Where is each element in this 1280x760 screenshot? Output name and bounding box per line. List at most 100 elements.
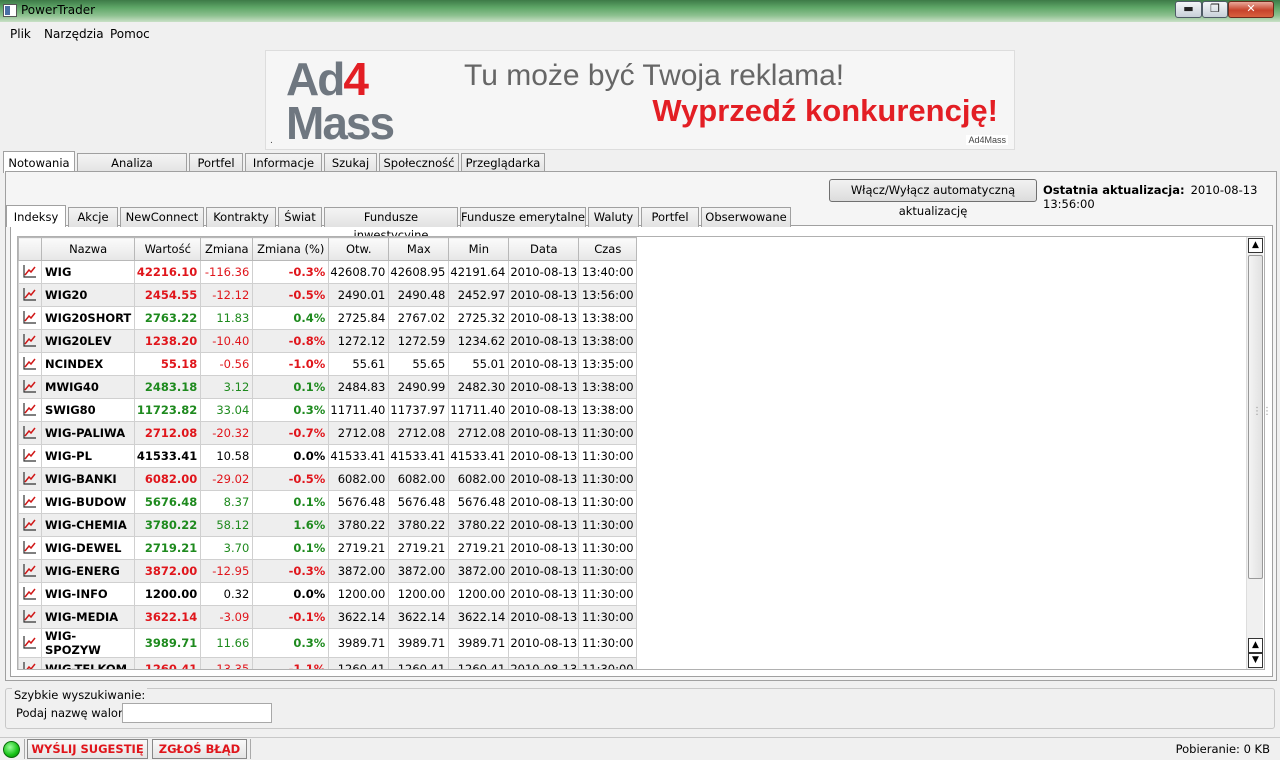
cell-date: 2010-08-13 (508, 657, 580, 669)
auto-update-button[interactable]: Włącz/Wyłącz automatyczną aktualizację (829, 179, 1037, 218)
chart-line-icon[interactable] (18, 260, 42, 284)
cell-value: 55.18 (134, 352, 202, 376)
chart-line-icon[interactable] (18, 536, 42, 560)
maximize-button[interactable]: ❐ (1202, 1, 1228, 18)
col-max[interactable]: Max (388, 237, 450, 261)
status-separator (24, 739, 25, 759)
chart-line-icon[interactable] (18, 329, 42, 353)
menu-pomoc[interactable]: Pomoc (110, 27, 150, 41)
table-row[interactable]: WIG-PL 41533.41 10.58 0.0% 41533.41 41533.41 4… (18, 444, 638, 468)
cell-value: 2763.22 (134, 306, 202, 330)
col-wartosc[interactable]: Wartość (134, 237, 202, 261)
table-row[interactable]: WIG-INFO 1200.00 0.32 0.0% 1200.00 1200.00 120… (18, 582, 638, 606)
table-row[interactable]: WIG-BUDOW 5676.48 8.37 0.1% 5676.48 5676.48 56… (18, 490, 638, 514)
table-scrollbar[interactable]: ▲ ▲ ▼ (1246, 237, 1272, 669)
table-row[interactable]: WIG20 2454.55 -12.12 -0.5% 2490.01 2490.48 245… (18, 283, 638, 307)
scroll-up-lower-icon[interactable]: ▲ (1248, 638, 1263, 653)
cell-value: 2483.18 (134, 375, 202, 399)
table-row[interactable]: WIG-MEDIA 3622.14 -3.09 -0.1% 3622.14 3622.14… (18, 605, 638, 629)
tab-akcje[interactable]: Akcje (68, 207, 118, 227)
col-data[interactable]: Data (508, 237, 580, 261)
cell-change: -3.09 (200, 605, 254, 629)
table-row[interactable]: WIG-ENERG 3872.00 -12.95 -0.3% 3872.00 3872.0… (18, 559, 638, 583)
report-bug-button[interactable]: ZGŁOŚ BŁĄD (152, 739, 247, 759)
cell-time: 13:56:00 (578, 283, 638, 307)
cell-value: 3872.00 (134, 559, 202, 583)
send-suggestion-button[interactable]: WYŚLIJ SUGESTIĘ (27, 739, 148, 759)
cell-change: 3.70 (200, 536, 254, 560)
tab-analiza-techniczna[interactable]: Analiza Techniczna (77, 153, 187, 188)
cell-open: 2712.08 (328, 421, 390, 445)
chart-line-icon[interactable] (18, 444, 42, 468)
col-min[interactable]: Min (448, 237, 510, 261)
table-row[interactable]: WIG-DEWEL 2719.21 3.70 0.1% 2719.21 2719.21 27… (18, 536, 638, 560)
cell-min: 2482.30 (448, 375, 510, 399)
chart-line-icon[interactable] (18, 605, 42, 629)
tab-szukaj[interactable]: Szukaj (324, 153, 377, 173)
chart-line-icon[interactable] (18, 490, 42, 514)
cell-name: WIG-MEDIA (40, 605, 136, 629)
download-status: Pobieranie: 0 KB (1175, 742, 1270, 756)
cell-name: WIG-BUDOW (40, 490, 136, 514)
chart-line-icon[interactable] (18, 582, 42, 606)
chart-line-icon[interactable] (18, 375, 42, 399)
quick-search-input[interactable] (122, 703, 272, 723)
menu-narzedzia[interactable]: Narzędzia (44, 27, 104, 41)
chart-line-icon[interactable] (18, 421, 42, 445)
tab-fundusze-inwestycyjne[interactable]: Fundusze inwestycyjne (324, 207, 458, 242)
table-row[interactable]: WIG-CHEMIA 3780.22 58.12 1.6% 3780.22 3780.22… (18, 513, 638, 537)
chart-line-icon[interactable] (18, 467, 42, 491)
col-icon[interactable] (18, 237, 42, 261)
tab-newconnect[interactable]: NewConnect (120, 207, 204, 227)
chart-line-icon[interactable] (18, 398, 42, 422)
tab-kontrakty[interactable]: Kontrakty (206, 207, 276, 227)
table-row[interactable]: WIG20LEV 1238.20 -10.40 -0.8% 1272.12 1272.59… (18, 329, 638, 353)
scroll-thumb[interactable] (1248, 255, 1272, 579)
table-row[interactable]: MWIG40 2483.18 3.12 0.1% 2484.83 2490.99 2482.… (18, 375, 638, 399)
table-row[interactable]: NCINDEX 55.18 -0.56 -1.0% 55.61 55.65 55.01 201… (18, 352, 638, 376)
table-row[interactable]: SWIG80 11723.82 33.04 0.3% 11711.40 11737.97 1… (18, 398, 638, 422)
scroll-up-icon[interactable]: ▲ (1248, 238, 1263, 253)
tab-notowania[interactable]: Notowania (3, 151, 75, 173)
close-button[interactable]: ✕ (1228, 1, 1274, 18)
tab-portfel-main[interactable]: Portfel (189, 153, 243, 173)
table-row[interactable]: WIG-TELKOM 1260.41 -13.35 -1.1% 1260.41 1260.… (18, 657, 638, 669)
cell-name: WIG-PL (40, 444, 136, 468)
table-row[interactable]: WIG-PALIWA 2712.08 -20.32 -0.7% 2712.08 2712.… (18, 421, 638, 445)
chart-line-icon[interactable] (18, 306, 42, 330)
col-otw[interactable]: Otw. (328, 237, 390, 261)
chart-line-icon[interactable] (18, 513, 42, 537)
cell-max: 6082.00 (388, 467, 450, 491)
ad-banner[interactable]: Ad4 Mass Tu może być Twoja reklama! Wypr… (265, 50, 1015, 150)
table-row[interactable]: WIG 42216.10 -116.36 -0.3% 42608.70 42608.95 4… (18, 260, 638, 284)
col-czas[interactable]: Czas (578, 237, 638, 261)
tab-waluty[interactable]: Waluty (588, 207, 639, 227)
tab-swiat[interactable]: Świat (278, 207, 322, 227)
chart-line-icon[interactable] (18, 559, 42, 583)
tab-indeksy[interactable]: Indeksy (6, 205, 66, 227)
chart-line-icon[interactable] (18, 352, 42, 376)
table-row[interactable]: WIG-SPOZYW 3989.71 11.66 0.3% 3989.71 3989.71… (18, 628, 638, 658)
col-nazwa[interactable]: Nazwa (40, 237, 136, 261)
tab-obserwowane[interactable]: Obserwowane (701, 207, 791, 227)
col-zmiana-pct[interactable]: Zmiana (%) (252, 237, 330, 261)
tab-spolecznosc[interactable]: Społeczność (379, 153, 459, 173)
chart-line-icon[interactable] (18, 628, 42, 658)
menu-plik[interactable]: Plik (10, 27, 31, 41)
cell-time: 11:30:00 (578, 605, 638, 629)
cell-min: 42191.64 (448, 260, 510, 284)
tab-portfel[interactable]: Portfel (641, 207, 699, 227)
table-row[interactable]: WIG-BANKI 6082.00 -29.02 -0.5% 6082.00 6082.0… (18, 467, 638, 491)
ad-headline: Tu może być Twoja reklama! (464, 59, 845, 92)
chart-line-icon[interactable] (18, 657, 42, 669)
last-update-label: Ostatnia aktualizacja: (1043, 183, 1185, 197)
col-zmiana[interactable]: Zmiana (200, 237, 254, 261)
tab-fundusze-emerytalne[interactable]: Fundusze emerytalne (460, 207, 586, 227)
scroll-down-icon[interactable]: ▼ (1248, 653, 1263, 668)
chart-line-icon[interactable] (18, 283, 42, 307)
minimize-button[interactable]: ▬ (1175, 1, 1202, 18)
tab-przegladarka[interactable]: Przeglądarka (461, 153, 545, 173)
table-row[interactable]: WIG20SHORT 2763.22 11.83 0.4% 2725.84 2767.02… (18, 306, 638, 330)
cell-min: 2712.08 (448, 421, 510, 445)
tab-informacje[interactable]: Informacje (245, 153, 322, 173)
